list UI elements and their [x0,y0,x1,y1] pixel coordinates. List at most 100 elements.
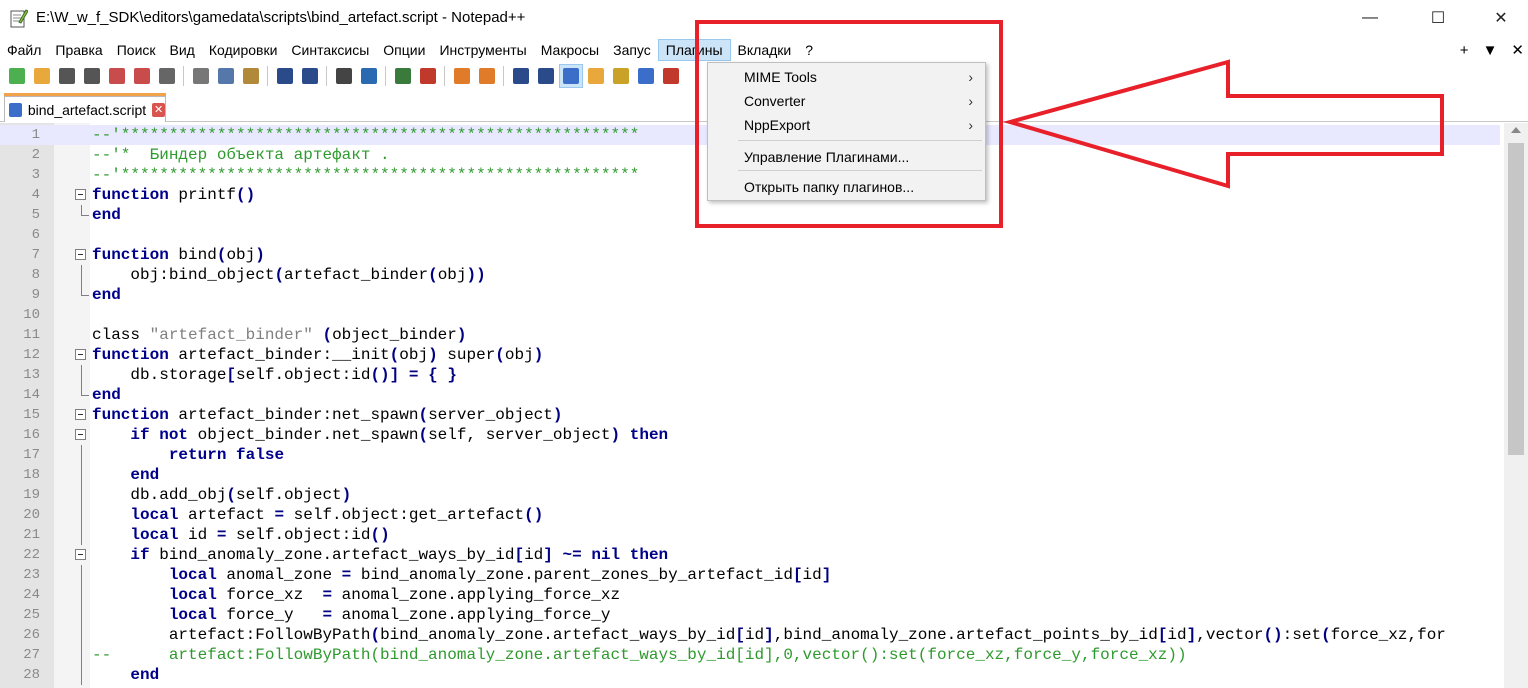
paste-button[interactable] [239,64,263,88]
replace-button[interactable] [357,64,381,88]
code-line[interactable]: 15 function artefact_binder:net_spawn(ser… [0,405,1500,425]
close-all-button[interactable] [130,64,154,88]
code-line[interactable]: 21 local id = self.object:id() [0,525,1500,545]
menu-5[interactable]: Синтаксисы [284,39,376,61]
code-text: end [130,666,160,684]
line-number: 17 [23,447,40,463]
plugins-menu-item-2[interactable]: NppExport › [710,113,983,137]
code-line[interactable]: 19 db.add_obj(self.object) [0,485,1500,505]
menu-4[interactable]: Кодировки [202,39,285,61]
sync-h-button[interactable] [475,64,499,88]
code-line[interactable]: 12 function artefact_binder:__init(obj) s… [0,345,1500,365]
fold-line-marker [81,265,82,285]
doc-map-button[interactable] [584,64,608,88]
line-number: 20 [23,507,40,523]
code-line[interactable]: 5 end [0,205,1500,225]
menu-6[interactable]: Опции [376,39,432,61]
save-all-button[interactable] [80,64,104,88]
code-line[interactable]: 26 artefact:FollowByPath(bind_anomaly_zo… [0,625,1500,645]
save-button[interactable] [55,64,79,88]
menu-11[interactable]: Вкладки [731,39,799,61]
tab-list-icon[interactable]: ▼ [1483,42,1498,59]
code-line[interactable]: 8 obj:bind_object(artefact_binder(obj)) [0,265,1500,285]
scrollbar-thumb[interactable] [1508,143,1524,455]
plugins-menu-item-3[interactable]: Управление Плагинами... [710,145,983,169]
plugins-menu-item-4[interactable]: Открыть папку плагинов... [710,175,983,199]
plugins-menu-item-1[interactable]: Converter › [710,89,983,113]
code-line[interactable]: 9 end [0,285,1500,305]
find-icon [335,68,352,84]
macro-button[interactable] [659,64,683,88]
close-window-button[interactable]: ✕ [1478,0,1524,36]
fold-toggle-icon[interactable] [75,349,86,360]
plugins-dropdown-menu: MIME Tools › Converter › NppExport › Управлени… [707,62,986,201]
menu-1[interactable]: Правка [48,39,109,61]
fold-line-marker [81,585,82,605]
word-wrap-button[interactable] [509,64,533,88]
close-button[interactable] [105,64,129,88]
code-line[interactable]: 27 -- artefact:FollowByPath(bind_anomaly_… [0,645,1500,665]
fold-toggle-icon[interactable] [75,549,86,560]
folder-workspace-button[interactable] [634,64,658,88]
indent-guide-button[interactable] [558,64,583,88]
code-editor[interactable]: 1 --'************************************… [0,123,1528,688]
menu-12[interactable]: ? [798,39,820,61]
minimize-button[interactable]: — [1347,0,1393,36]
code-text: --'*************************************… [92,166,640,184]
copy-button[interactable] [214,64,238,88]
line-number: 18 [23,467,40,483]
menu-0[interactable]: Файл [0,39,48,61]
print-button[interactable] [155,64,179,88]
zoom-out-button[interactable] [416,64,440,88]
undo-button[interactable] [273,64,297,88]
menu-3[interactable]: Вид [163,39,202,61]
fold-toggle-icon[interactable] [75,409,86,420]
code-line[interactable]: 18 end [0,465,1500,485]
cut-button[interactable] [189,64,213,88]
code-line[interactable]: 11 class "artefact_binder" (object_binder… [0,325,1500,345]
function-list-button[interactable] [609,64,633,88]
code-line[interactable]: 25 local force_y = anomal_zone.applying_… [0,605,1500,625]
code-line[interactable]: 20 local artefact = self.object:get_arte… [0,505,1500,525]
line-number: 4 [31,187,40,203]
fold-toggle-icon[interactable] [75,249,86,260]
code-line[interactable]: 23 local anomal_zone = bind_anomaly_zone… [0,565,1500,585]
plugins-menu-item-0[interactable]: MIME Tools › [710,65,983,89]
code-text: local force_y = anomal_zone.applying_for… [168,606,611,624]
code-line[interactable]: 13 db.storage[self.object:id()] = { } [0,365,1500,385]
menu-9[interactable]: Запус [606,39,658,61]
sync-v-icon [453,68,470,84]
tab-bind-artefact[interactable]: bind_artefact.script ✕ [4,96,166,122]
code-line[interactable]: 16 if not object_binder.net_spawn(self, … [0,425,1500,445]
zoom-in-button[interactable] [391,64,415,88]
code-line[interactable]: 17 return false [0,445,1500,465]
new-file-button[interactable] [5,64,29,88]
menu-7[interactable]: Инструменты [432,39,533,61]
code-line[interactable]: 7 function bind(obj) [0,245,1500,265]
toolbar-separator [267,66,268,86]
code-line[interactable]: 28 end [0,665,1500,685]
find-button[interactable] [332,64,356,88]
toolbar [4,63,683,89]
code-line[interactable]: 24 local force_xz = anomal_zone.applying… [0,585,1500,605]
tab-close-icon[interactable]: ✕ [152,102,165,117]
code-line[interactable]: 22 if bind_anomaly_zone.artefact_ways_by… [0,545,1500,565]
vertical-scrollbar[interactable] [1504,123,1528,688]
sync-h-icon [478,68,495,84]
new-tab-icon[interactable]: + [1460,42,1469,59]
maximize-button[interactable]: ☐ [1415,0,1461,36]
sync-v-button[interactable] [450,64,474,88]
close-doc-icon[interactable]: ✕ [1511,41,1524,59]
code-line[interactable]: 10 [0,305,1500,325]
redo-button[interactable] [298,64,322,88]
code-line[interactable]: 6 [0,225,1500,245]
fold-toggle-icon[interactable] [75,429,86,440]
open-file-button[interactable] [30,64,54,88]
menu-2[interactable]: Поиск [110,39,163,61]
menu-10[interactable]: Плагины [657,39,731,61]
scroll-up-icon[interactable] [1511,127,1521,133]
menu-8[interactable]: Макросы [534,39,606,61]
fold-toggle-icon[interactable] [75,189,86,200]
show-all-chars-button[interactable] [534,64,558,88]
code-line[interactable]: 14 end [0,385,1500,405]
